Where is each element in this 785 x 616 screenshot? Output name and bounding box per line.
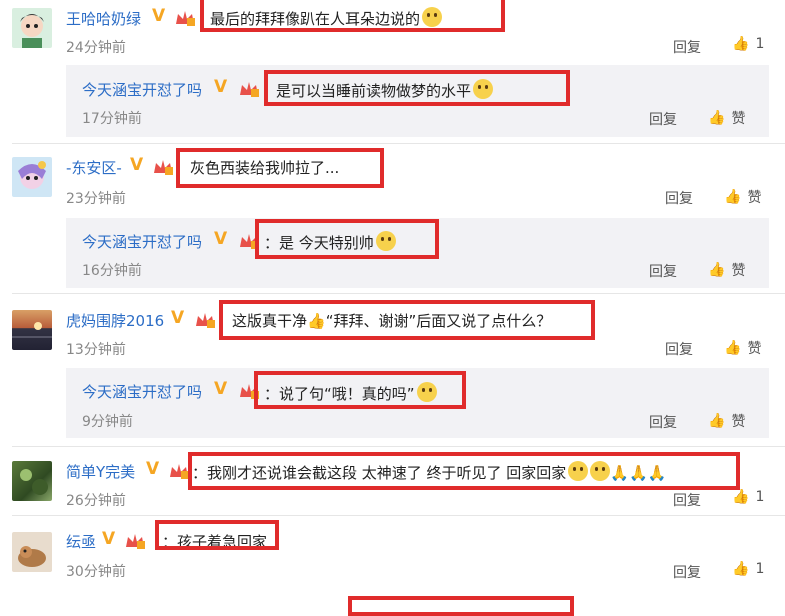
highlight-box: [255, 219, 439, 259]
like-button[interactable]: 👍 赞: [708, 108, 745, 128]
highlight-box: [264, 70, 570, 106]
username[interactable]: 王哈哈奶绿: [66, 8, 141, 29]
reply-button[interactable]: 回复: [673, 562, 701, 582]
highlight-box: [254, 371, 466, 409]
thumbs-up-icon: 👍: [708, 110, 726, 126]
highlight-box: [200, 0, 505, 32]
verified-icon: V: [146, 459, 160, 479]
thumbs-up-icon: 👍: [724, 189, 742, 205]
avatar[interactable]: [12, 532, 52, 572]
verified-icon: V: [130, 155, 144, 175]
like-button[interactable]: 👍 1: [732, 36, 764, 52]
timestamp: 16分钟前: [82, 263, 142, 279]
thumbs-up-icon: 👍: [708, 413, 726, 429]
username[interactable]: -东安区-: [66, 157, 122, 178]
avatar[interactable]: [12, 8, 52, 48]
vip-crown-icon: [154, 160, 173, 175]
thumbs-up-icon: 👍: [732, 489, 750, 505]
divider: [12, 293, 785, 294]
vip-crown-icon: [126, 534, 145, 549]
highlight-box: [219, 300, 595, 340]
avatar[interactable]: [12, 461, 52, 501]
reply-button[interactable]: 回复: [673, 37, 701, 57]
like-button[interactable]: 👍 1: [732, 561, 764, 577]
like-button[interactable]: 👍 赞: [724, 187, 761, 207]
reply-button[interactable]: 回复: [649, 109, 677, 129]
verified-icon: V: [214, 229, 228, 249]
timestamp: 17分钟前: [82, 111, 142, 127]
reply-button[interactable]: 回复: [649, 261, 677, 281]
highlight-box: [348, 596, 574, 616]
thumbs-up-icon: 👍: [724, 340, 742, 356]
vip-crown-icon: [170, 464, 189, 479]
highlight-box: [188, 452, 740, 490]
timestamp: 13分钟前: [66, 342, 126, 358]
timestamp: 9分钟前: [82, 414, 133, 430]
username[interactable]: 今天涵宝开怼了吗: [82, 231, 202, 252]
thumbs-up-icon: 👍: [732, 561, 750, 577]
thumbs-up-icon: 👍: [732, 36, 750, 52]
like-button[interactable]: 👍 赞: [724, 338, 761, 358]
username[interactable]: 今天涵宝开怼了吗: [82, 381, 202, 402]
divider: [12, 515, 785, 516]
avatar[interactable]: [12, 157, 52, 197]
highlight-box: [155, 520, 279, 550]
username[interactable]: 纭亟: [66, 531, 96, 552]
divider: [12, 446, 785, 447]
timestamp: 24分钟前: [66, 40, 126, 56]
like-button[interactable]: 👍 赞: [708, 260, 745, 280]
like-button[interactable]: 👍 赞: [708, 411, 745, 431]
thumbs-up-icon: 👍: [708, 262, 726, 278]
divider: [12, 143, 785, 144]
verified-icon: V: [152, 6, 166, 26]
verified-icon: V: [102, 529, 116, 549]
username[interactable]: 虎妈围脖2016: [66, 310, 164, 331]
highlight-box: [176, 148, 384, 188]
vip-crown-icon: [176, 11, 195, 26]
like-button[interactable]: 👍 1: [732, 489, 764, 505]
timestamp: 23分钟前: [66, 191, 126, 207]
vip-crown-icon: [196, 313, 215, 328]
reply-button[interactable]: 回复: [649, 412, 677, 432]
timestamp: 26分钟前: [66, 493, 126, 509]
username[interactable]: 今天涵宝开怼了吗: [82, 79, 202, 100]
verified-icon: V: [214, 379, 228, 399]
verified-icon: V: [171, 308, 185, 328]
verified-icon: V: [214, 77, 228, 97]
avatar[interactable]: [12, 310, 52, 350]
vip-crown-icon: [240, 82, 259, 97]
username[interactable]: 简单Y完美: [66, 461, 135, 482]
timestamp: 30分钟前: [66, 564, 126, 580]
reply-button[interactable]: 回复: [665, 339, 693, 359]
reply-button[interactable]: 回复: [665, 188, 693, 208]
reply-button[interactable]: 回复: [673, 490, 701, 510]
